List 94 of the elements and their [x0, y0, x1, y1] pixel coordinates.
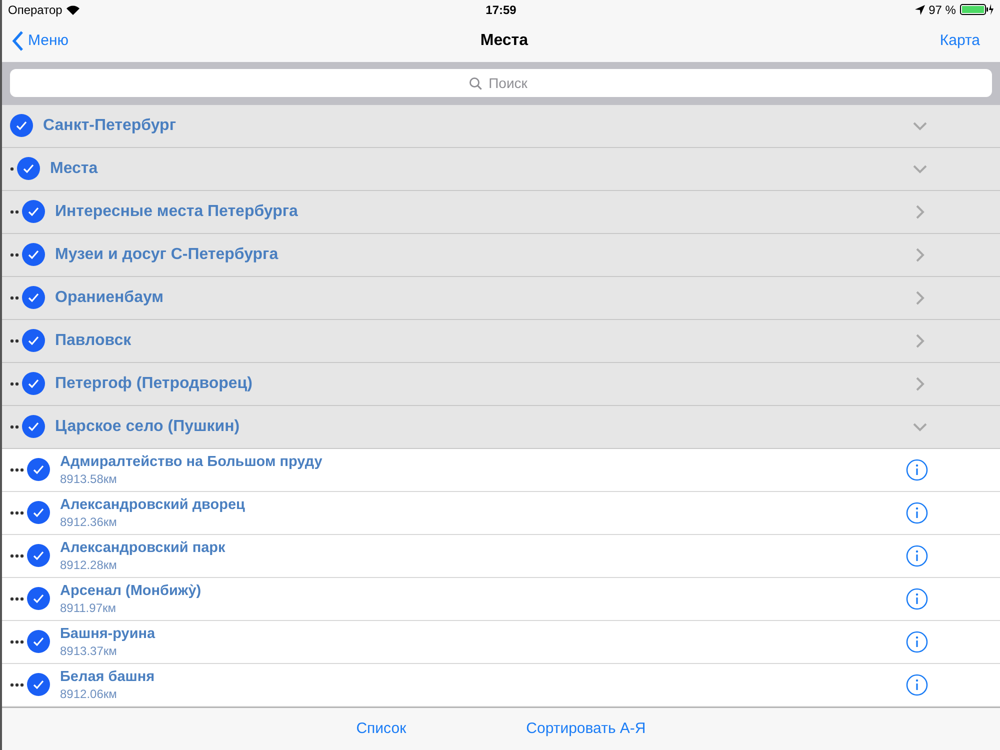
checkmark-icon [32, 678, 45, 692]
search-field[interactable]: Поиск [10, 69, 992, 98]
toolbar-button[interactable]: Сортировать А-Я [526, 720, 646, 738]
group-row[interactable]: Ораниенбаум [2, 276, 1000, 320]
checkbox[interactable] [27, 458, 50, 482]
info-icon[interactable] [906, 544, 928, 567]
place-row[interactable]: Александровский дворец 8912.36км [2, 492, 1000, 535]
group-label: Петергоф (Петродворец) [55, 374, 252, 393]
group-label: Места [50, 160, 98, 178]
checkbox[interactable] [22, 286, 45, 310]
screen-title: Места [480, 32, 528, 50]
group-row[interactable]: Павловск [2, 320, 1000, 363]
checkbox[interactable] [22, 243, 45, 266]
back-chevron-icon [12, 30, 24, 51]
depth-dots-icon [10, 382, 20, 386]
depth-dots-icon [10, 554, 25, 558]
depth-dots-icon [10, 596, 25, 601]
depth-dots-icon [10, 640, 25, 644]
depth-dots-icon [10, 166, 15, 171]
info-icon[interactable] [906, 630, 928, 653]
location-arrow-icon [914, 4, 925, 15]
depth-dots-icon [10, 296, 20, 300]
place-name: Белая башня [60, 668, 156, 685]
place-distance: 8911.97км [60, 600, 117, 615]
place-name: Адмиралтейство на Большом пруду [60, 454, 324, 470]
toolbar-button[interactable]: Список [356, 720, 406, 738]
info-icon[interactable] [906, 588, 928, 610]
place-row[interactable]: Белая башня 8912.06км [2, 664, 1000, 707]
checkmark-icon [32, 592, 45, 606]
checkmark-icon [32, 549, 45, 562]
group-label: Царское село (Пушкин) [55, 418, 240, 436]
depth-dots-icon [10, 468, 25, 472]
battery-percent: 97 % [928, 2, 956, 17]
checkbox[interactable] [27, 630, 50, 654]
checkbox[interactable] [27, 544, 50, 568]
group-label: Интересные места Петербурга [55, 202, 298, 221]
place-name: Александровский дворец [60, 496, 246, 513]
info-icon[interactable] [906, 502, 928, 524]
checkmark-icon [32, 506, 45, 520]
group-label: Ораниенбаум [55, 288, 164, 307]
checkmark-icon [27, 248, 40, 262]
depth-dots-icon [10, 682, 25, 687]
checkmark-icon [32, 463, 45, 476]
checkbox[interactable] [22, 372, 45, 396]
group-row[interactable]: Санкт-Петербург [2, 104, 1000, 148]
checkmark-icon [27, 377, 40, 390]
group-label: Павловск [55, 332, 132, 350]
group-row[interactable]: Царское село (Пушкин) [2, 406, 1000, 449]
carrier-name: Оператор [8, 2, 62, 17]
group-row[interactable]: Места [2, 148, 1000, 191]
checkbox[interactable] [27, 673, 50, 696]
back-button[interactable]: Меню [12, 30, 69, 51]
depth-dots-icon [10, 510, 25, 515]
place-name: Арсенал (Монбижу̀) [60, 582, 202, 599]
battery-icon [960, 4, 994, 16]
info-icon[interactable] [906, 674, 928, 696]
checkbox[interactable] [22, 329, 45, 352]
depth-dots-icon [10, 210, 20, 214]
checkmark-icon [27, 205, 40, 218]
group-label: Музеи и досуг С-Петербурга [55, 246, 278, 264]
checkbox[interactable] [10, 114, 33, 138]
checkbox[interactable] [22, 415, 45, 438]
group-row[interactable]: Интересные места Петербурга [2, 190, 1000, 234]
depth-dots-icon [10, 252, 20, 257]
checkbox[interactable] [17, 157, 40, 180]
checkmark-icon [27, 291, 40, 304]
checkbox[interactable] [27, 587, 50, 610]
place-distance: 8913.37км [60, 644, 118, 658]
group-row[interactable]: Петергоф (Петродворец) [2, 362, 1000, 406]
checkmark-icon [27, 334, 40, 348]
checkbox[interactable] [22, 200, 45, 224]
checkbox[interactable] [27, 501, 50, 524]
depth-dots-icon [10, 424, 20, 429]
place-name: Александровский парк [60, 540, 226, 556]
place-distance: 8912.06км [60, 686, 118, 701]
place-row[interactable]: Адмиралтейство на Большом пруду 8913.58км [2, 448, 1000, 492]
map-button[interactable]: Карта [940, 32, 980, 50]
checkmark-icon [32, 635, 45, 648]
group-label: Санкт-Петербург [43, 116, 176, 135]
checkmark-icon [27, 420, 40, 434]
place-distance: 8912.28км [60, 558, 118, 572]
wifi-icon [66, 4, 80, 15]
place-distance: 8913.58км [60, 472, 118, 486]
depth-dots-icon [10, 338, 20, 343]
place-name: Башня-руина [60, 626, 156, 642]
place-distance: 8912.36км [60, 514, 118, 529]
place-row[interactable]: Арсенал (Монбижу̀) 8911.97км [2, 578, 1000, 621]
info-icon[interactable] [906, 458, 928, 481]
checkmark-icon [22, 162, 35, 176]
clock-time: 17:59 [486, 2, 516, 17]
place-row[interactable]: Александровский парк 8912.28км [2, 534, 1000, 578]
checkmark-icon [15, 119, 28, 132]
group-row[interactable]: Музеи и досуг С-Петербурга [2, 234, 1000, 277]
place-row[interactable]: Башня-руина 8913.37км [2, 620, 1000, 664]
